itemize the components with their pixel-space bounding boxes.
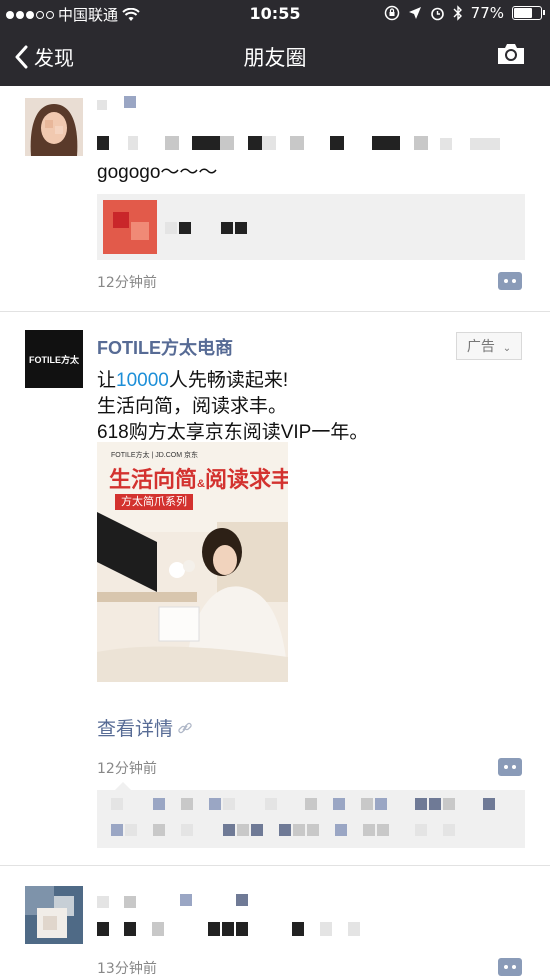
post-text-line-1: 让10000人先畅读起来! xyxy=(97,370,289,391)
ad-headline: 生活向简&阅读求丰 xyxy=(109,467,288,492)
post-time: 12分钟前 xyxy=(97,761,157,777)
ad-banner: 方太简爪系列 xyxy=(115,494,193,510)
moment-post-ad: FOTILE方太 FOTILE方太电商 广告 ⌄ 让10000人先畅读起来! 生… xyxy=(0,312,550,866)
post-time: 12分钟前 xyxy=(97,275,157,291)
ad-label: 广告 xyxy=(466,338,495,354)
comment-icon[interactable] xyxy=(498,272,522,290)
bluetooth-icon xyxy=(453,5,462,21)
comment-icon[interactable] xyxy=(498,958,522,976)
avatar-photo xyxy=(25,98,83,156)
shared-link-card[interactable] xyxy=(97,194,525,260)
battery-fill xyxy=(514,8,533,18)
top-bar: 中国联通 10:55 77% 发现 朋友圈 xyxy=(0,0,550,86)
avatar-photo xyxy=(25,886,83,944)
link-icon xyxy=(178,722,192,733)
post-text-link[interactable]: 10000 xyxy=(116,370,169,391)
location-icon xyxy=(408,7,421,19)
moment-post: 13分钟前 xyxy=(0,866,550,978)
post-text-line-2: 生活向简，阅读求丰。 xyxy=(97,396,288,417)
status-bar: 中国联通 10:55 77% xyxy=(0,0,550,28)
brand-logo: FOTILE方太 xyxy=(29,354,79,365)
nav-bar: 发现 朋友圈 xyxy=(0,28,550,86)
status-right: 77% xyxy=(384,4,545,22)
alarm-icon xyxy=(430,7,444,20)
ad-brand: FOTILE方太 | JD.COM 京东 xyxy=(111,452,198,459)
post-text: gogogo～～～ xyxy=(97,162,218,183)
page-title: 朋友圈 xyxy=(243,46,307,70)
comments-area xyxy=(97,782,525,848)
battery-icon xyxy=(512,6,545,20)
post-time: 13分钟前 xyxy=(97,961,157,977)
comment-icon[interactable] xyxy=(498,758,522,776)
post-text: 让10000人先畅读起来! 生活向简，阅读求丰。 618购方太享京东阅读VIP一… xyxy=(97,368,368,446)
avatar[interactable]: FOTILE方太 xyxy=(25,330,83,388)
avatar[interactable] xyxy=(25,98,83,156)
camera-icon[interactable] xyxy=(496,42,526,66)
chevron-down-icon: ⌄ xyxy=(502,343,512,354)
shared-link-thumbnail xyxy=(103,200,157,254)
ad-label-dropdown[interactable]: 广告 ⌄ xyxy=(456,332,522,360)
rotation-lock-icon xyxy=(384,5,399,21)
view-details-link[interactable]: 查看详情 xyxy=(97,714,193,741)
moment-post: gogogo～～～ 12分钟前 xyxy=(0,86,550,312)
battery-percent: 77% xyxy=(470,4,504,22)
ad-image[interactable]: FOTILE方太 | JD.COM 京东 生活向简&阅读求丰 方太简爪系列 xyxy=(97,442,288,682)
avatar[interactable] xyxy=(25,886,83,944)
nickname[interactable]: FOTILE方太电商 xyxy=(97,334,233,360)
